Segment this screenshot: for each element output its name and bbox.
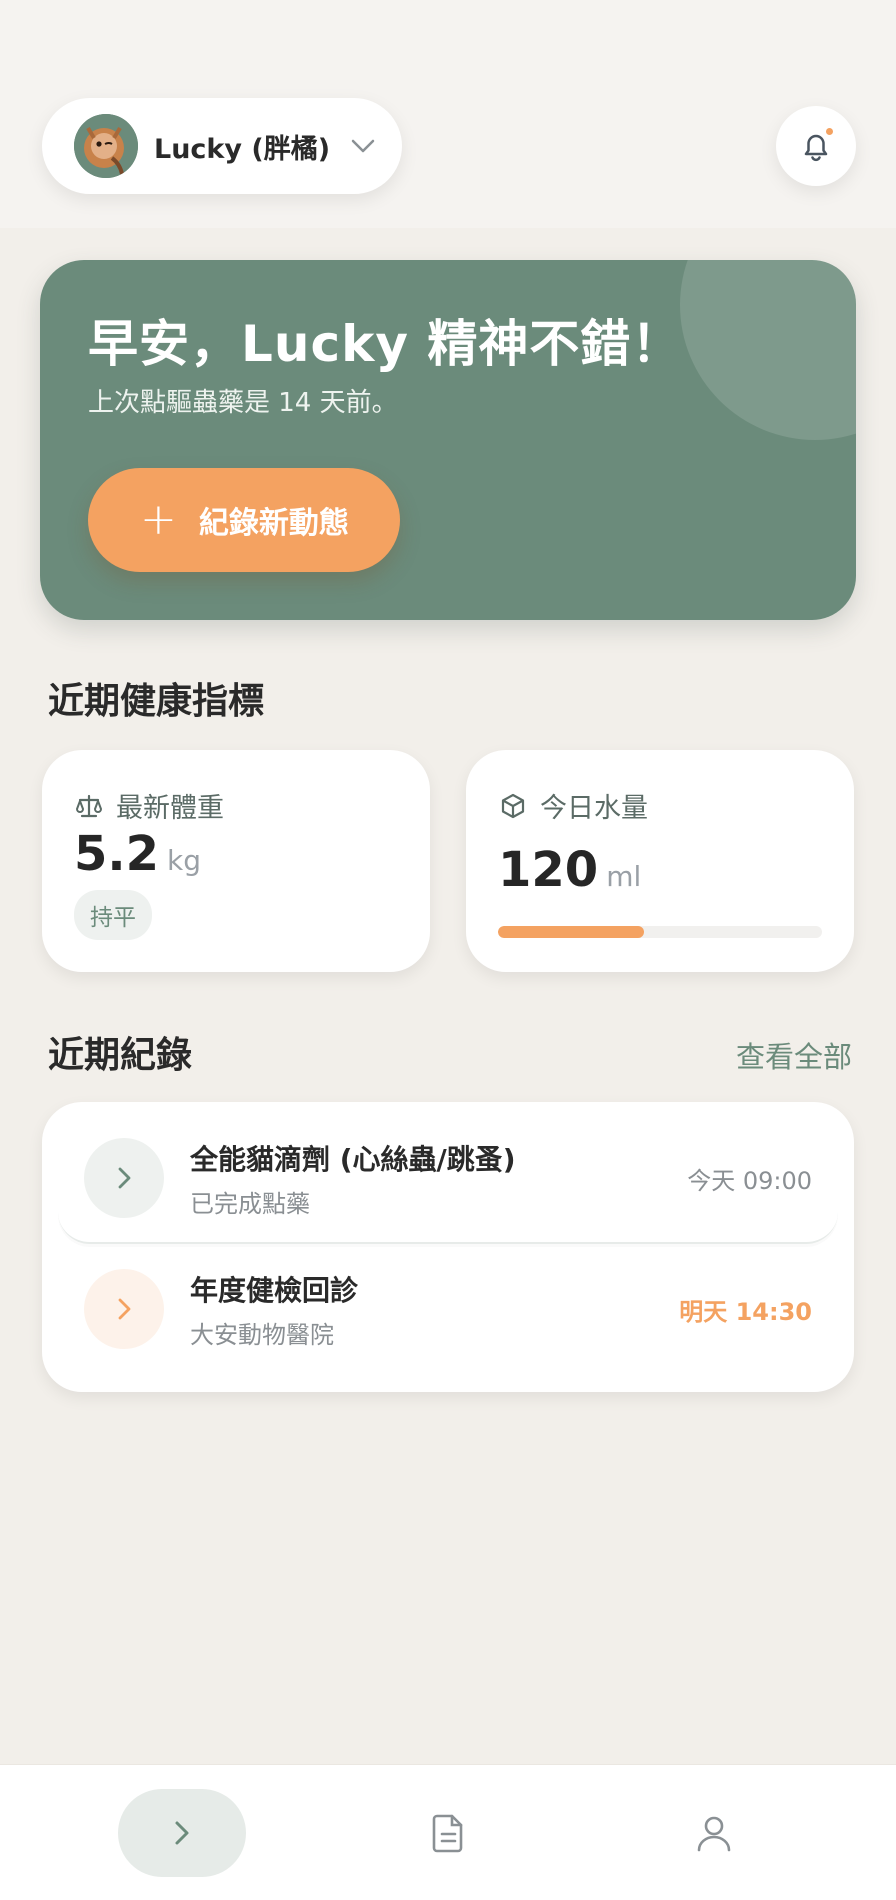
record-subtitle: 大安動物醫院: [190, 1320, 334, 1349]
weight-label: 最新體重: [74, 786, 224, 825]
pet-switcher[interactable]: Lucky (胖橘): [42, 98, 402, 194]
record-time: 明天 14:30: [679, 1297, 812, 1326]
record-title: 全能貓滴劑 (心絲蟲/跳蚤): [190, 1142, 516, 1176]
view-all-link[interactable]: 查看全部: [736, 1034, 852, 1076]
record-subtitle: 已完成點藥: [190, 1189, 310, 1218]
water-label: 今日水量: [498, 786, 648, 825]
weight-unit: kg: [167, 844, 202, 877]
water-value: 120 ml: [498, 842, 641, 898]
chevron-down-icon: [351, 139, 375, 153]
weight-number: 5.2: [74, 826, 160, 882]
greeting-subtitle: 上次點驅蟲藥是 14 天前。: [88, 388, 398, 418]
nav-home[interactable]: [118, 1789, 246, 1877]
bottom-nav: [0, 1764, 896, 1900]
weight-label-text: 最新體重: [116, 793, 224, 824]
water-number: 120: [498, 842, 599, 898]
record-item[interactable]: 全能貓滴劑 (心絲蟲/跳蚤) 已完成點藥 今天 09:00: [58, 1114, 838, 1244]
add-record-button[interactable]: + 紀錄新動態: [88, 468, 400, 572]
scale-icon: [76, 794, 102, 817]
decorative-circle: [680, 260, 856, 440]
user-icon: [697, 1816, 731, 1852]
record-item[interactable]: 年度健檢回診 大安動物醫院 明天 14:30: [58, 1244, 838, 1374]
water-progress-track: [498, 926, 822, 938]
records-section-title: 近期紀錄: [48, 1035, 193, 1076]
record-text: 全能貓滴劑 (心絲蟲/跳蚤) 已完成點藥: [190, 1138, 687, 1219]
water-progress-fill: [498, 926, 644, 938]
box-icon: [501, 793, 525, 818]
chevron-right-icon: [118, 1298, 131, 1320]
greeting-title: 早安，Lucky 精神不錯！: [88, 315, 683, 373]
record-text: 年度健檢回診 大安動物醫院: [190, 1269, 679, 1350]
water-card[interactable]: 今日水量 120 ml: [466, 750, 854, 972]
chevron-right-icon: [175, 1821, 189, 1845]
water-label-text: 今日水量: [540, 793, 648, 824]
record-time: 今天 09:00: [687, 1166, 812, 1195]
pet-avatar: [74, 114, 138, 178]
water-unit: ml: [606, 860, 642, 893]
notification-dot: [824, 126, 835, 137]
plus-icon: +: [140, 494, 177, 545]
weight-value: 5.2 kg: [74, 826, 201, 882]
record-title: 年度健檢回診: [190, 1273, 359, 1307]
record-icon-wrap: [84, 1269, 164, 1349]
greeting-card: 早安，Lucky 精神不錯！ 上次點驅蟲藥是 14 天前。 + 紀錄新動態: [40, 260, 856, 620]
weight-trend-badge: 持平: [74, 890, 152, 940]
pet-name: Lucky (胖橘): [154, 133, 331, 165]
weight-card[interactable]: 最新體重 5.2 kg 持平: [42, 750, 430, 972]
records-card: 全能貓滴劑 (心絲蟲/跳蚤) 已完成點藥 今天 09:00 年度健檢回診 大安動…: [42, 1102, 854, 1392]
record-icon-wrap: [84, 1138, 164, 1218]
add-record-label: 紀錄新動態: [198, 506, 349, 541]
chevron-right-icon: [118, 1167, 131, 1189]
document-icon: [432, 1814, 463, 1853]
nav-records[interactable]: [408, 1789, 488, 1877]
health-section-title: 近期健康指標: [48, 681, 265, 722]
notification-button[interactable]: [776, 106, 856, 186]
nav-profile[interactable]: [674, 1789, 754, 1877]
